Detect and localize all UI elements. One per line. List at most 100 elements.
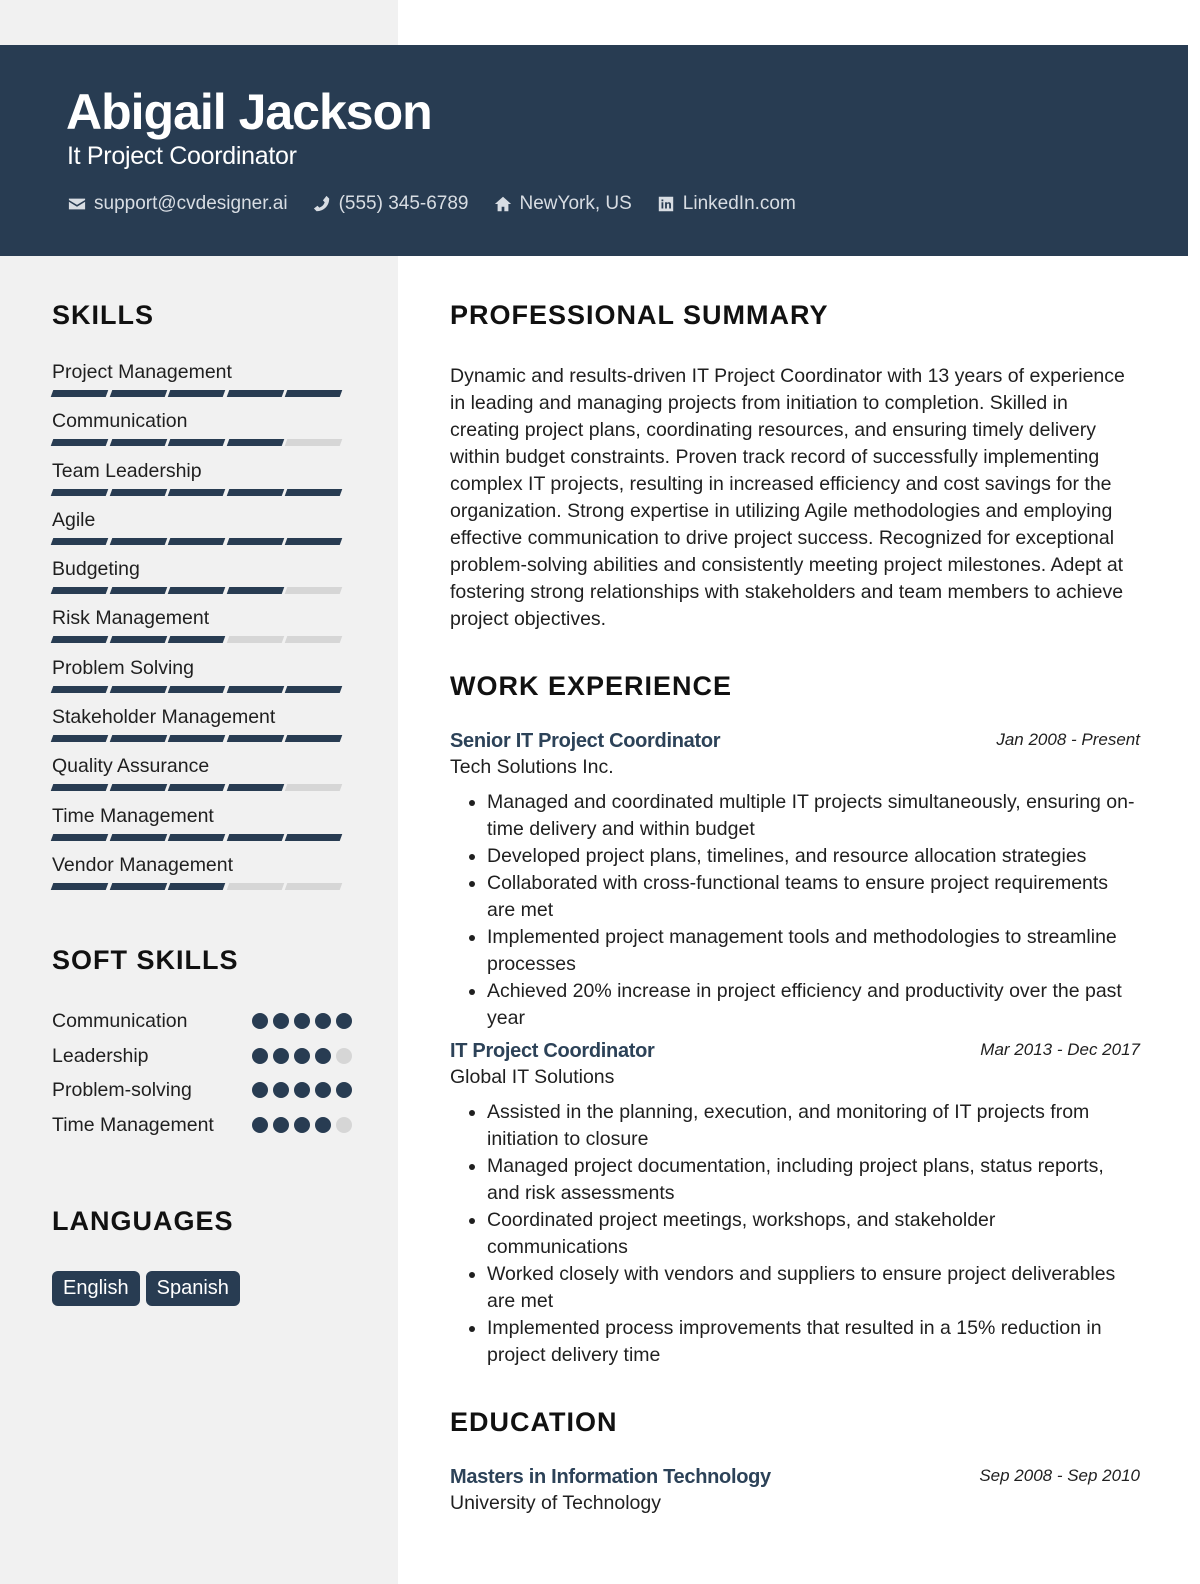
skill-segment-empty	[226, 882, 284, 890]
rating-dot-filled	[315, 1082, 331, 1099]
skill-segment-filled	[284, 735, 343, 743]
skill-item: Project Management	[50, 361, 352, 410]
soft-skill-label: Time Management	[52, 1114, 214, 1137]
job-entry: Senior IT Project Coordinator Jan 2008 -…	[450, 730, 1140, 1032]
skill-segment-filled	[50, 735, 109, 743]
skill-segment-filled	[109, 587, 167, 595]
skill-segment-filled	[284, 685, 343, 693]
job-bullet: Implemented process improvements that re…	[487, 1315, 1140, 1369]
skill-segment-filled	[167, 390, 226, 397]
skill-segment-filled	[167, 587, 226, 595]
skill-item: Risk Management	[50, 607, 352, 656]
contact-location-text: NewYork, US	[519, 193, 632, 214]
school-name: University of Technology	[450, 1492, 661, 1514]
skill-segment-filled	[50, 537, 109, 545]
skills-heading: SKILLS	[52, 300, 155, 330]
skill-segment-filled	[50, 439, 109, 447]
soft-skill-item: Problem-solving	[52, 1077, 352, 1112]
rating-dot-empty	[336, 1047, 352, 1064]
skill-label: Problem Solving	[52, 656, 194, 679]
skill-segment-empty	[284, 882, 343, 890]
skill-level-bar	[50, 685, 352, 693]
candidate-name: Abigail Jackson	[66, 84, 433, 140]
job-bullet: Coordinated project meetings, workshops,…	[487, 1207, 1140, 1261]
skill-level-bar	[50, 390, 352, 397]
skill-item: Budgeting	[50, 558, 352, 607]
skill-segment-filled	[284, 833, 343, 841]
skill-segment-filled	[167, 735, 226, 743]
skill-segment-empty	[284, 439, 343, 447]
contact-location: NewYork, US	[493, 193, 632, 215]
rating-dot-filled	[294, 1047, 310, 1064]
skill-segment-filled	[50, 488, 109, 496]
skill-segment-filled	[50, 636, 109, 644]
contact-email[interactable]: support@cvdesigner.ai	[67, 193, 288, 215]
job-bullet: Assisted in the planning, execution, and…	[487, 1099, 1140, 1153]
skill-segment-empty	[284, 636, 343, 644]
job-dates: Jan 2008 - Present	[996, 730, 1140, 749]
skill-level-bar	[50, 784, 352, 792]
skill-label: Communication	[52, 410, 188, 433]
skill-segment-filled	[284, 488, 343, 496]
rating-dot-filled	[273, 1047, 289, 1064]
language-tag: Spanish	[145, 1271, 240, 1306]
skill-segment-filled	[226, 784, 284, 792]
skill-label: Quality Assurance	[52, 755, 210, 778]
soft-skills-list: Communication Leadership Problem-solving Ti…	[52, 1008, 352, 1147]
job-entry: IT Project Coordinator Mar 2013 - Dec 20…	[450, 1040, 1140, 1369]
skill-segment-filled	[226, 833, 284, 841]
summary-text: Dynamic and results-driven IT Project Co…	[450, 365, 1125, 630]
job-title: IT Project Coordinator	[450, 1040, 655, 1062]
job-dates: Mar 2013 - Dec 2017	[980, 1040, 1140, 1059]
skill-segment-filled	[226, 439, 284, 447]
soft-skill-rating	[247, 1082, 352, 1099]
contact-linkedin[interactable]: LinkedIn.com	[656, 193, 796, 215]
skill-segment-filled	[226, 587, 284, 595]
skill-item: Time Management	[50, 805, 352, 854]
skill-segment-filled	[109, 390, 167, 397]
skill-segment-filled	[167, 833, 226, 841]
skill-item: Team Leadership	[50, 459, 352, 509]
contact-phone[interactable]: (555) 345-6789	[312, 193, 469, 215]
job-bullet: Achieved 20% increase in project efficie…	[487, 978, 1140, 1032]
skill-level-bar	[50, 537, 352, 545]
skill-level-bar	[50, 882, 352, 890]
education-section: EDUCATION Masters in Information Technol…	[450, 1407, 1140, 1515]
education-entry: Masters in Information Technology Sep 20…	[450, 1466, 1140, 1515]
rating-dot-filled	[315, 1047, 331, 1064]
contact-linkedin-text: LinkedIn.com	[682, 193, 796, 214]
job-company: Global IT Solutions	[450, 1066, 615, 1088]
skill-segment-filled	[50, 390, 109, 397]
skill-label: Team Leadership	[52, 459, 202, 482]
skill-level-bar	[50, 488, 352, 496]
resume-header: Abigail Jackson It Project Coordinator s…	[0, 45, 1188, 256]
skills-section: SKILLS Project Management Communication Te…	[50, 300, 352, 903]
contact-email-text: support@cvdesigner.ai	[94, 193, 288, 214]
skill-label: Stakeholder Management	[52, 706, 276, 729]
degree-title: Masters in Information Technology	[450, 1466, 771, 1488]
skill-segment-filled	[167, 636, 226, 644]
job-bullets: Managed and coordinated multiple IT proj…	[450, 789, 1140, 1032]
job-title: Senior IT Project Coordinator	[450, 730, 721, 752]
skill-segment-filled	[226, 390, 284, 397]
summary-section: PROFESSIONAL SUMMARY Dynamic and results…	[450, 300, 1140, 633]
experience-heading: WORK EXPERIENCE	[450, 671, 733, 701]
skill-segment-filled	[167, 882, 226, 890]
skill-item: Vendor Management	[50, 854, 352, 903]
soft-skills-heading: SOFT SKILLS	[52, 945, 239, 975]
contact-list: support@cvdesigner.ai (555) 345-6789 New…	[67, 193, 820, 215]
job-bullet: Collaborated with cross-functional teams…	[487, 870, 1140, 924]
rating-dot-filled	[294, 1117, 310, 1134]
soft-skill-item: Communication	[52, 1008, 352, 1043]
skill-segment-filled	[109, 784, 167, 792]
envelope-icon	[67, 194, 87, 214]
skill-segment-filled	[109, 735, 167, 743]
phone-icon	[312, 194, 332, 214]
skill-segment-filled	[50, 784, 109, 792]
skill-segment-filled	[226, 537, 284, 545]
skill-segment-filled	[109, 833, 167, 841]
skill-item: Communication	[50, 410, 352, 459]
rating-dot-filled	[294, 1013, 310, 1029]
skill-segment-filled	[284, 390, 343, 397]
skill-segment-filled	[284, 537, 343, 545]
